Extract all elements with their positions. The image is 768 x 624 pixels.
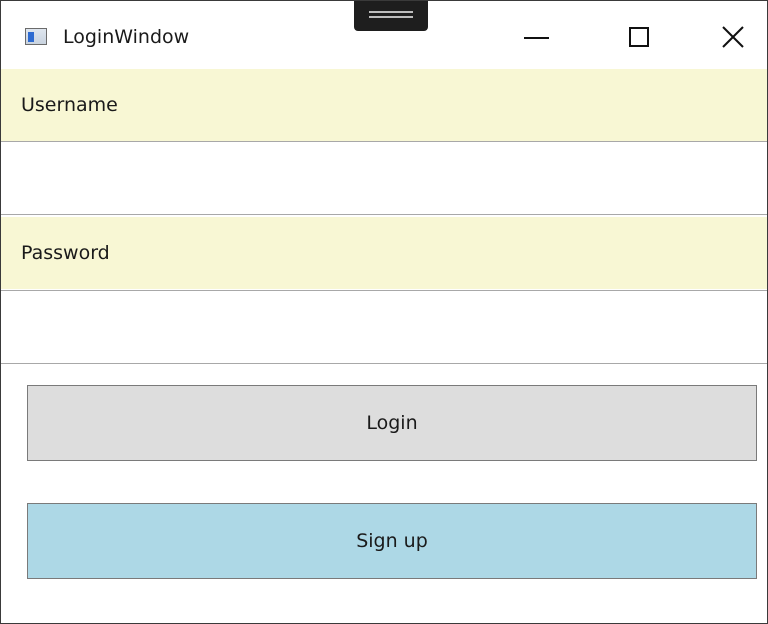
app-window-icon (25, 28, 47, 45)
password-label-row: Password (1, 217, 767, 289)
signup-button-label: Sign up (356, 530, 428, 552)
drag-handle-line (369, 16, 413, 18)
password-input[interactable] (1, 290, 767, 364)
login-button[interactable]: Login (27, 385, 757, 461)
drag-handle-line (369, 11, 413, 13)
login-window: LoginWindow Username Password Login Sign… (0, 0, 768, 624)
close-icon (722, 26, 744, 48)
login-button-label: Login (366, 412, 418, 434)
username-input[interactable] (1, 141, 767, 215)
signup-button[interactable]: Sign up (27, 503, 757, 579)
password-label: Password (21, 242, 110, 264)
close-button[interactable] (707, 15, 759, 59)
window-title: LoginWindow (63, 26, 190, 48)
drag-handle[interactable] (354, 1, 428, 31)
minimize-button[interactable] (511, 15, 563, 59)
username-label-row: Username (1, 69, 767, 141)
maximize-button[interactable] (613, 15, 665, 59)
username-label: Username (21, 94, 118, 116)
title-bar[interactable]: LoginWindow (1, 1, 767, 69)
